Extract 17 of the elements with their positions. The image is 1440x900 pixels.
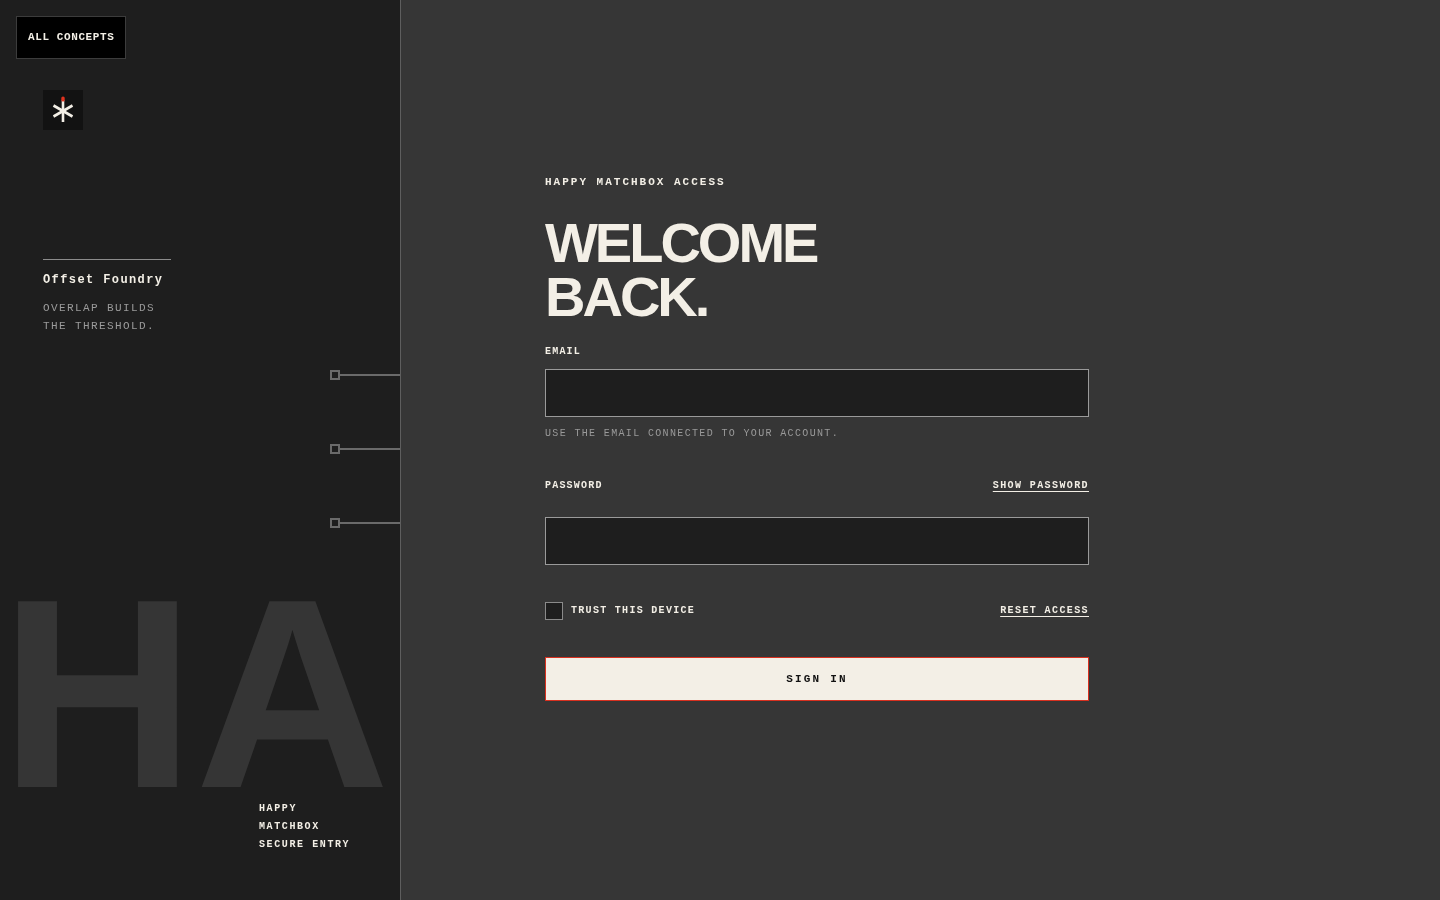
- all-concepts-button[interactable]: ALL CONCEPTS: [16, 16, 127, 59]
- email-field[interactable]: [545, 369, 1089, 417]
- project-title: Offset Foundry: [43, 273, 164, 287]
- field-hint: USE THE EMAIL CONNECTED TO YOUR ACCOUNT.: [545, 428, 840, 440]
- sign-in-button[interactable]: SIGN IN: [545, 657, 1089, 701]
- password-field[interactable]: [545, 517, 1089, 565]
- checkbox-label: TRUST THIS DEVICE: [571, 605, 696, 617]
- field-label: EMAIL: [545, 346, 581, 358]
- project-tagline: OVERLAP BUILDS THE THRESHOLD.: [43, 301, 156, 334]
- asterisk-logo-icon: [43, 90, 83, 130]
- field-label: PASSWORD: [545, 480, 603, 492]
- eyebrow-text: HAPPY MATCHBOX ACCESS: [545, 175, 726, 189]
- caption-text: HAPPY MATCHBOX SECURE ENTRY: [259, 802, 352, 852]
- checkbox[interactable]: [545, 602, 563, 620]
- reset-access-link[interactable]: RESET ACCESS: [1000, 605, 1089, 617]
- page-heading: WELCOME BACK.: [545, 216, 817, 324]
- show-password-link[interactable]: SHOW PASSWORD: [992, 480, 1089, 492]
